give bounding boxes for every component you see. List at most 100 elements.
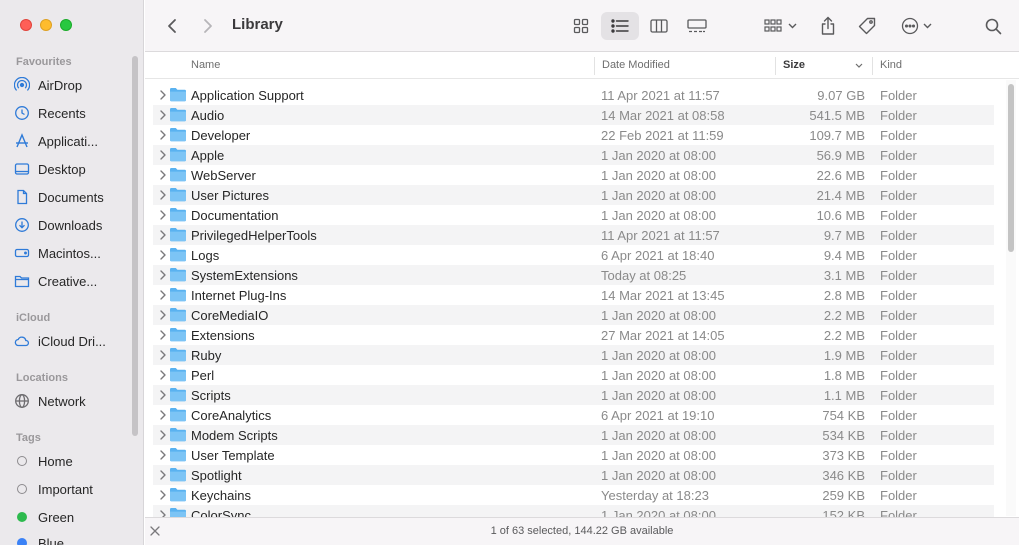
table-row[interactable]: Developer 22 Feb 2021 at 11:59 109.7 MB Fol…	[153, 125, 994, 145]
sidebar-tag-important[interactable]: Important	[12, 476, 130, 502]
disclosure-chevron-icon[interactable]	[158, 169, 168, 181]
disclosure-chevron-icon[interactable]	[158, 429, 168, 441]
close-window-button[interactable]	[20, 19, 32, 31]
disclosure-chevron-icon[interactable]	[158, 289, 168, 301]
disclosure-chevron-icon[interactable]	[158, 369, 168, 381]
sidebar-item-label: Important	[38, 481, 93, 497]
table-row[interactable]: Logs 6 Apr 2021 at 18:40 9.4 MB Folder	[153, 245, 994, 265]
column-header-kind[interactable]: Kind	[880, 59, 902, 71]
group-by-button[interactable]	[757, 12, 803, 40]
table-row[interactable]: User Pictures 1 Jan 2020 at 08:00 21.4 MB F…	[153, 185, 994, 205]
sidebar-item-documents[interactable]: Documents	[12, 184, 130, 210]
table-row[interactable]: Audio 14 Mar 2021 at 08:58 541.5 MB Folder	[153, 105, 994, 125]
table-row[interactable]: Modem Scripts 1 Jan 2020 at 08:00 534 KB Fo…	[153, 425, 994, 445]
file-name: Logs	[191, 248, 220, 263]
sidebar-item-macintosh-hd[interactable]: Macintos...	[12, 240, 130, 266]
sidebar-item-label: Documents	[38, 189, 104, 205]
sidebar-item-icloud-drive[interactable]: iCloud Dri...	[12, 328, 130, 354]
disclosure-chevron-icon[interactable]	[158, 269, 168, 281]
disclosure-chevron-icon[interactable]	[158, 209, 168, 221]
sidebar-item-desktop[interactable]: Desktop	[12, 156, 130, 182]
file-kind: Folder	[880, 268, 917, 283]
tags-button[interactable]	[853, 12, 881, 40]
sidebar-scrollbar[interactable]	[132, 56, 138, 436]
tag-dot-icon	[12, 479, 32, 499]
column-header-name[interactable]: Name	[191, 59, 220, 71]
disclosure-chevron-icon[interactable]	[158, 469, 168, 481]
table-row[interactable]: PrivilegedHelperTools 11 Apr 2021 at 11:5…	[153, 225, 994, 245]
search-button[interactable]	[981, 12, 1005, 40]
disclosure-chevron-icon[interactable]	[158, 349, 168, 361]
table-row[interactable]: WebServer 1 Jan 2020 at 08:00 22.6 MB Folde…	[153, 165, 994, 185]
sidebar-tag-blue[interactable]: Blue	[12, 530, 130, 545]
disclosure-chevron-icon[interactable]	[158, 409, 168, 421]
disclosure-chevron-icon[interactable]	[158, 509, 168, 517]
table-row[interactable]: Application Support 11 Apr 2021 at 11:57 9…	[153, 85, 994, 105]
file-name: Spotlight	[191, 468, 242, 483]
zoom-window-button[interactable]	[60, 19, 72, 31]
disclosure-chevron-icon[interactable]	[158, 389, 168, 401]
column-divider[interactable]	[872, 57, 873, 75]
back-button[interactable]	[161, 14, 183, 38]
table-row[interactable]: Documentation 1 Jan 2020 at 08:00 10.6 MB F…	[153, 205, 994, 225]
sidebar-item-applications[interactable]: Applicati...	[12, 128, 130, 154]
more-actions-button[interactable]	[895, 12, 937, 40]
list-scrollbar[interactable]	[1006, 80, 1016, 516]
column-view-button[interactable]	[643, 12, 675, 40]
disclosure-chevron-icon[interactable]	[158, 229, 168, 241]
disclosure-chevron-icon[interactable]	[158, 449, 168, 461]
table-row[interactable]: Scripts 1 Jan 2020 at 08:00 1.1 MB Folder	[153, 385, 994, 405]
list-scrollbar-thumb[interactable]	[1008, 84, 1014, 252]
table-row[interactable]: Keychains Yesterday at 18:23 259 KB Folder	[153, 485, 994, 505]
sidebar-tag-home[interactable]: Home	[12, 448, 130, 474]
sidebar-item-creative[interactable]: Creative...	[12, 268, 130, 294]
file-date-modified: 22 Feb 2021 at 11:59	[601, 128, 724, 143]
disclosure-chevron-icon[interactable]	[158, 329, 168, 341]
file-size: 2.2 MB	[823, 308, 865, 323]
status-bar: 1 of 63 selected, 144.22 GB available	[145, 517, 1019, 545]
file-size: 373 KB	[822, 448, 865, 463]
icon-view-button[interactable]	[565, 12, 597, 40]
sidebar-tag-green[interactable]: Green	[12, 504, 130, 530]
disclosure-chevron-icon[interactable]	[158, 89, 168, 101]
folder-icon	[170, 488, 186, 502]
table-row[interactable]: SystemExtensions Today at 08:25 3.1 MB Fold…	[153, 265, 994, 285]
column-header-size[interactable]: Size	[783, 59, 805, 71]
share-button[interactable]	[815, 11, 841, 41]
table-row[interactable]: Apple 1 Jan 2020 at 08:00 56.9 MB Folder	[153, 145, 994, 165]
column-divider[interactable]	[594, 57, 595, 75]
list-view-button[interactable]	[601, 12, 639, 40]
table-row[interactable]: CoreMediaIO 1 Jan 2020 at 08:00 2.2 MB Fold…	[153, 305, 994, 325]
column-header-date[interactable]: Date Modified	[602, 59, 670, 71]
sidebar-item-downloads[interactable]: Downloads	[12, 212, 130, 238]
table-row[interactable]: Extensions 27 Mar 2021 at 14:05 2.2 MB Fold…	[153, 325, 994, 345]
file-size: 2.2 MB	[823, 328, 865, 343]
disclosure-chevron-icon[interactable]	[158, 489, 168, 501]
disclosure-chevron-icon[interactable]	[158, 109, 168, 121]
chevron-left-icon	[168, 19, 176, 33]
file-size: 9.07 GB	[817, 88, 865, 103]
minimize-window-button[interactable]	[40, 19, 52, 31]
sidebar-item-airdrop[interactable]: AirDrop	[12, 72, 130, 98]
disclosure-chevron-icon[interactable]	[158, 249, 168, 261]
table-row[interactable]: Internet Plug-Ins 14 Mar 2021 at 13:45 2.8…	[153, 285, 994, 305]
forward-button[interactable]	[197, 14, 219, 38]
disclosure-chevron-icon[interactable]	[158, 149, 168, 161]
file-size: 109.7 MB	[809, 128, 865, 143]
disclosure-chevron-icon[interactable]	[158, 189, 168, 201]
file-kind: Folder	[880, 348, 917, 363]
table-row[interactable]: User Template 1 Jan 2020 at 08:00 373 KB Fo…	[153, 445, 994, 465]
sidebar-item-network[interactable]: Network	[12, 388, 130, 414]
disclosure-chevron-icon[interactable]	[158, 309, 168, 321]
file-date-modified: 1 Jan 2020 at 08:00	[601, 208, 716, 223]
table-row[interactable]: Ruby 1 Jan 2020 at 08:00 1.9 MB Folder	[153, 345, 994, 365]
table-row[interactable]: ColorSync 1 Jan 2020 at 08:00 152 KB Folder	[153, 505, 994, 517]
disclosure-chevron-icon[interactable]	[158, 129, 168, 141]
table-row[interactable]: CoreAnalytics 6 Apr 2021 at 19:10 754 KB Fo…	[153, 405, 994, 425]
sidebar-item-recents[interactable]: Recents	[12, 100, 130, 126]
table-row[interactable]: Spotlight 1 Jan 2020 at 08:00 346 KB Folder	[153, 465, 994, 485]
column-divider[interactable]	[775, 57, 776, 75]
table-row[interactable]: Perl 1 Jan 2020 at 08:00 1.8 MB Folder	[153, 365, 994, 385]
list-icon	[611, 19, 629, 33]
gallery-view-button[interactable]	[681, 12, 713, 40]
